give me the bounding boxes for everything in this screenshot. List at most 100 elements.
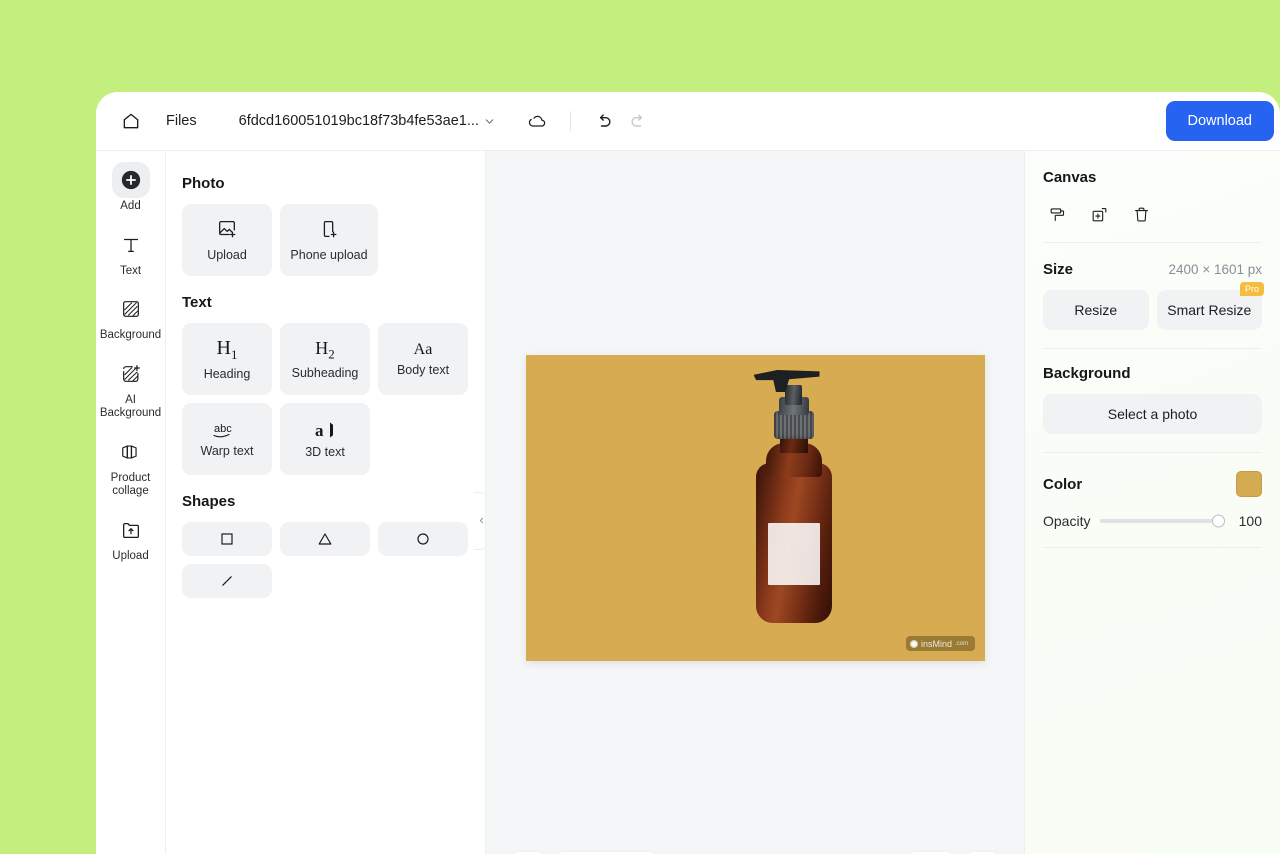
properties-panel: Canvas Size 2400 × 1601 px Resize Smart …	[1024, 151, 1280, 854]
undo-icon[interactable]	[587, 104, 621, 138]
sidebar-item-product-collage[interactable]: Product collage	[102, 431, 160, 505]
3d-text-tile-label: 3D text	[305, 445, 345, 459]
sidebar-item-add[interactable]: Add	[102, 159, 160, 220]
panel-collapse-toggle[interactable]	[474, 492, 486, 550]
canvas-actions	[1043, 200, 1262, 243]
3d-text-icon: a	[313, 419, 337, 441]
watermark: insMind .com	[905, 636, 975, 651]
body-text-aa-icon: Aa	[413, 341, 433, 358]
trash-icon[interactable]	[1127, 200, 1155, 228]
document-name-dropdown[interactable]: 6fdcd160051019bc18f73b4fe53ae1...	[239, 113, 496, 129]
section-title-photo: Photo	[182, 175, 225, 192]
size-row: Size 2400 × 1601 px	[1043, 261, 1262, 278]
line-shape-tile[interactable]	[182, 564, 272, 598]
sidebar-item-label: Add	[120, 200, 141, 212]
smart-resize-button[interactable]: Smart Resize Pro	[1156, 282, 1264, 330]
color-row: Color	[1043, 471, 1262, 497]
folder-upload-icon	[112, 515, 150, 545]
upload-tile-label: Upload	[207, 248, 247, 262]
collage-panels-icon	[112, 437, 150, 467]
panel-title: Canvas	[1043, 169, 1097, 186]
color-label: Color	[1043, 475, 1083, 493]
square-shape-icon	[217, 529, 237, 549]
sidebar-item-ai-background[interactable]: AI Background	[99, 353, 162, 427]
bottle-collar	[773, 411, 814, 439]
heading-h2-icon: H2	[315, 337, 335, 362]
background-label: Background	[1043, 365, 1131, 382]
editor-body: Add Text Background AI Background Produc…	[96, 150, 1280, 854]
shape-tiles	[182, 522, 469, 598]
text-tiles: H1 Heading H2 Subheading Aa Body text ab…	[182, 323, 469, 475]
sidebar-item-label: Upload	[112, 549, 149, 562]
background-row: Background	[1043, 365, 1262, 382]
square-shape-tile[interactable]	[182, 522, 272, 556]
subheading-tile[interactable]: H2 Subheading	[280, 323, 370, 395]
opacity-slider-thumb[interactable]	[1212, 514, 1225, 528]
svg-text:abc: abc	[214, 423, 232, 435]
opacity-slider[interactable]	[1100, 514, 1225, 528]
opacity-row: Opacity 100	[1043, 513, 1262, 548]
sidebar-item-text[interactable]: Text	[102, 224, 160, 285]
heading-tile-label: Heading	[203, 367, 251, 381]
app-window: Files 6fdcd160051019bc18f73b4fe53ae1... …	[96, 92, 1280, 854]
size-label: Size	[1043, 261, 1074, 278]
hatch-sparkle-icon	[112, 359, 150, 389]
sidebar-item-label: AI Background	[99, 393, 162, 420]
circle-shape-icon	[413, 529, 433, 549]
upload-tile[interactable]: Upload	[182, 204, 272, 276]
cloud-save-icon[interactable]	[520, 104, 554, 138]
circle-shape-tile[interactable]	[378, 522, 468, 556]
canvas-bottom-toolbar	[486, 840, 1024, 854]
3d-text-tile[interactable]: a 3D text	[280, 403, 370, 475]
body-text-tile[interactable]: Aa Body text	[378, 323, 468, 395]
phone-upload-tile[interactable]: Phone upload	[280, 204, 378, 276]
section-title-text: Text	[182, 294, 212, 311]
design-canvas[interactable]: insMind .com	[526, 355, 985, 661]
opacity-label: Opacity	[1043, 513, 1091, 529]
watermark-logo-icon	[909, 639, 918, 648]
line-shape-icon	[217, 571, 237, 591]
download-button[interactable]: Download	[1165, 101, 1274, 141]
top-toolbar: Files 6fdcd160051019bc18f73b4fe53ae1... …	[96, 92, 1280, 150]
body-text-tile-label: Body text	[396, 363, 450, 377]
warp-text-tile[interactable]: abc Warp text	[182, 403, 272, 475]
opacity-value: 100	[1238, 513, 1262, 529]
redo-icon[interactable]	[621, 104, 655, 138]
pro-badge: Pro	[1239, 282, 1264, 296]
home-icon[interactable]	[114, 104, 148, 138]
smart-resize-label: Smart Resize	[1167, 302, 1252, 318]
image-plus-icon	[216, 218, 238, 240]
photo-tiles: Upload Phone upload	[182, 204, 469, 276]
sidebar-item-label: Text	[119, 264, 142, 277]
section-title-shapes: Shapes	[182, 493, 236, 510]
heading-tile[interactable]: H1 Heading	[182, 323, 272, 395]
color-swatch[interactable]	[1236, 471, 1262, 497]
sidebar-item-label: Product collage	[110, 471, 151, 498]
toolbar-divider	[569, 111, 571, 131]
chevron-down-icon	[483, 115, 496, 128]
watermark-text: insMind	[920, 638, 952, 649]
add-tool-panel: Photo Upload Phone upload Text H1 Headin…	[166, 151, 486, 854]
paint-roller-icon[interactable]	[1043, 200, 1071, 228]
resize-button[interactable]: Resize	[1043, 290, 1149, 330]
bottle-label	[767, 523, 820, 585]
sidebar-item-background[interactable]: Background	[99, 288, 162, 349]
phone-upload-tile-label: Phone upload	[290, 248, 368, 262]
document-name: 6fdcd160051019bc18f73b4fe53ae1...	[238, 113, 479, 129]
bottle-pump-stem	[784, 385, 802, 405]
panel-divider	[1043, 452, 1262, 453]
select-a-photo-button[interactable]: Select a photo	[1043, 394, 1262, 434]
sidebar-item-label: Background	[99, 329, 162, 342]
files-menu[interactable]: Files	[166, 113, 197, 129]
size-buttons: Resize Smart Resize Pro	[1043, 282, 1264, 349]
warp-text-icon: abc	[210, 420, 244, 440]
subheading-tile-label: Subheading	[291, 366, 359, 381]
chevron-left-icon	[477, 512, 486, 530]
product-bottle-image[interactable]	[752, 367, 838, 625]
phone-plus-icon	[318, 218, 340, 240]
sidebar-item-upload[interactable]: Upload	[102, 509, 160, 570]
hatch-square-icon	[112, 294, 150, 324]
duplicate-icon[interactable]	[1085, 200, 1113, 228]
canvas-workspace[interactable]: insMind .com	[486, 151, 1024, 854]
triangle-shape-tile[interactable]	[280, 522, 370, 556]
